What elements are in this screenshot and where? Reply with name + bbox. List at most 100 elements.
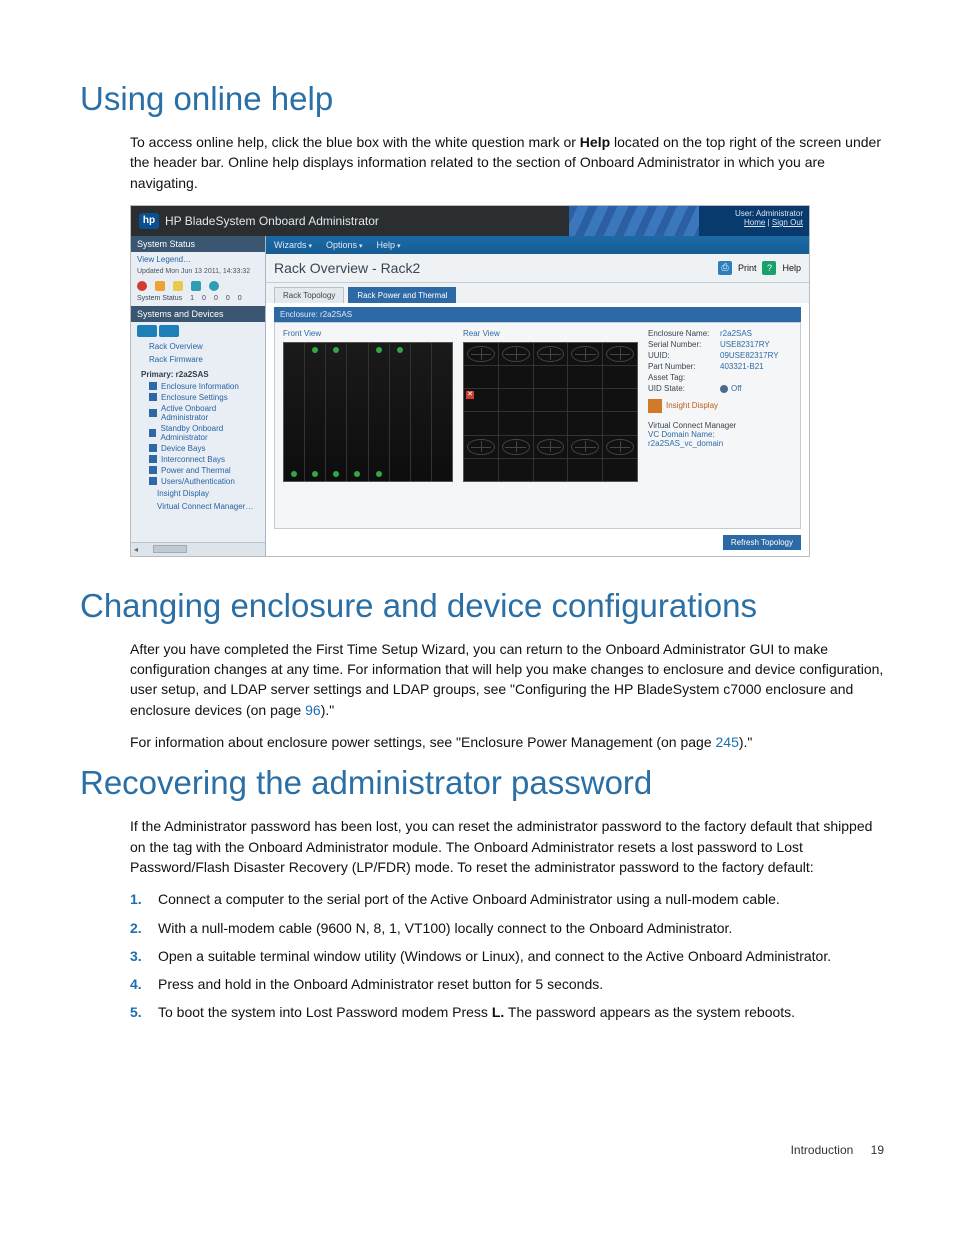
content-title-row: Rack Overview - Rack2 ⎙Print ?Help: [266, 254, 809, 283]
nav-label: Standby Onboard Administrator: [160, 424, 265, 442]
nav-node[interactable]: Users/Authentication: [131, 476, 265, 487]
text: For information about enclosure power se…: [130, 734, 716, 750]
page-footer: Introduction 19: [60, 1143, 894, 1157]
refresh-topology-button[interactable]: Refresh Topology: [723, 535, 801, 550]
rear-view[interactable]: ✕: [463, 342, 638, 482]
nav-node[interactable]: Enclosure Settings: [131, 392, 265, 403]
plus-icon: [149, 477, 157, 485]
nav-node[interactable]: Interconnect Bays: [131, 454, 265, 465]
vcm-info: Virtual Connect Manager VC Domain Name: …: [648, 421, 792, 448]
rack-firmware-link[interactable]: Rack Firmware: [131, 353, 265, 366]
menu-wizards[interactable]: Wizards: [274, 240, 312, 250]
step-item: 4.Press and hold in the Onboard Administ…: [130, 974, 890, 994]
front-view[interactable]: [283, 342, 453, 482]
step-text: Open a suitable terminal window utility …: [158, 946, 831, 966]
nav-node[interactable]: Enclosure Information: [131, 381, 265, 392]
primary-label: Primary: r2a2SAS: [131, 366, 265, 381]
warn-icon: [155, 281, 165, 291]
menu-bar: Wizards Options Help: [266, 236, 809, 254]
error-x-icon: ✕: [466, 391, 474, 399]
text: The password appears as the system reboo…: [504, 1004, 795, 1020]
view-legend-link[interactable]: View Legend…: [131, 252, 265, 267]
page-ref-link[interactable]: 245: [716, 734, 739, 750]
scroll-thumb[interactable]: [153, 545, 187, 553]
minus-icon: [149, 382, 157, 390]
text: To boot the system into Lost Password mo…: [158, 1004, 492, 1020]
count: 0: [214, 295, 218, 302]
insight-label: Insight Display: [666, 401, 718, 410]
nav-label: Power and Thermal: [161, 466, 231, 475]
tab-rack-topology[interactable]: Rack Topology: [274, 287, 344, 303]
help-label[interactable]: Help: [782, 263, 801, 273]
nav-node[interactable]: Standby Onboard Administrator: [131, 423, 265, 443]
step-number: 2.: [130, 918, 158, 938]
uid-text: Off: [731, 384, 742, 393]
plus-icon: [149, 429, 156, 437]
text: To access online help, click the blue bo…: [130, 134, 580, 150]
info-key: UID State:: [648, 384, 716, 393]
user-block: User: Administrator Home | Sign Out: [699, 206, 809, 236]
print-icon[interactable]: ⎙: [718, 261, 732, 275]
info-val: 09USE82317RY: [720, 351, 779, 360]
signout-link[interactable]: Sign Out: [772, 218, 803, 227]
error-icon: [137, 281, 147, 291]
count: 0: [202, 295, 206, 302]
ok-icon: [209, 281, 219, 291]
step-text: Press and hold in the Onboard Administra…: [158, 974, 603, 994]
nav-label: Interconnect Bays: [161, 455, 225, 464]
text: ).": [739, 734, 753, 750]
page-ref-link[interactable]: 96: [305, 702, 321, 718]
systems-devices-bar: Systems and Devices: [131, 306, 265, 322]
bold-help: Help: [580, 134, 610, 150]
vcm-link[interactable]: Virtual Connect Manager…: [131, 500, 265, 513]
rack-overview-link[interactable]: Rack Overview: [131, 340, 265, 353]
nav-node[interactable]: Active Onboard Administrator: [131, 403, 265, 423]
tab-rack-power-thermal[interactable]: Rack Power and Thermal: [348, 287, 456, 303]
home-link[interactable]: Home: [744, 218, 765, 227]
nav-node[interactable]: Device Bays: [131, 443, 265, 454]
footer-section: Introduction: [791, 1143, 854, 1157]
status-icons-row: [131, 279, 265, 295]
help-icon[interactable]: ?: [762, 261, 776, 275]
header-stripes: [569, 206, 699, 236]
print-label[interactable]: Print: [738, 263, 757, 273]
refresh-row: Refresh Topology: [274, 535, 801, 550]
count: 0: [238, 295, 242, 302]
nav-label: Active Onboard Administrator: [161, 404, 265, 422]
plus-icon: [149, 393, 157, 401]
enclosure-panel: Front View Rear View: [274, 322, 801, 529]
info-icon: [191, 281, 201, 291]
heading-recover-password: Recovering the administrator password: [80, 764, 894, 802]
nav-node[interactable]: Power and Thermal: [131, 465, 265, 476]
uid-dot-icon: [720, 385, 728, 393]
insight-display[interactable]: Insight Display: [648, 399, 792, 413]
menu-options[interactable]: Options: [326, 240, 363, 250]
scroll-left-arrow-icon[interactable]: ◂: [131, 545, 141, 554]
heading-using-online-help: Using online help: [80, 80, 894, 118]
step-number: 4.: [130, 974, 158, 994]
para-recover-password: If the Administrator password has been l…: [130, 816, 890, 877]
step-text: To boot the system into Lost Password mo…: [158, 1002, 795, 1022]
step-item: 2.With a null-modem cable (9600 N, 8, 1,…: [130, 918, 890, 938]
count: 0: [226, 295, 230, 302]
caution-icon: [173, 281, 183, 291]
insight-display-link[interactable]: Insight Display: [131, 487, 265, 500]
content-pane: Wizards Options Help Rack Overview - Rac…: [266, 236, 809, 556]
step-number: 1.: [130, 889, 158, 909]
step-text: Connect a computer to the serial port of…: [158, 889, 780, 909]
system-status-bar: System Status: [131, 236, 265, 252]
plus-icon: [149, 466, 157, 474]
app-title: HP BladeSystem Onboard Administrator: [165, 214, 379, 228]
tree-toggle[interactable]: [131, 322, 265, 340]
nav-label: Enclosure Settings: [161, 393, 228, 402]
text: ).": [321, 702, 335, 718]
left-scrollbar[interactable]: ◂: [131, 542, 265, 556]
plus-icon: [149, 409, 157, 417]
menu-help[interactable]: Help: [376, 240, 400, 250]
info-key: Part Number:: [648, 362, 716, 371]
user-line: User: Administrator: [705, 209, 803, 218]
nav-label: Enclosure Information: [161, 382, 239, 391]
info-val: r2a2SAS: [720, 329, 752, 338]
vcm-val: VC Domain Name: r2a2SAS_vc_domain: [648, 430, 792, 448]
para-power-settings: For information about enclosure power se…: [130, 732, 890, 752]
